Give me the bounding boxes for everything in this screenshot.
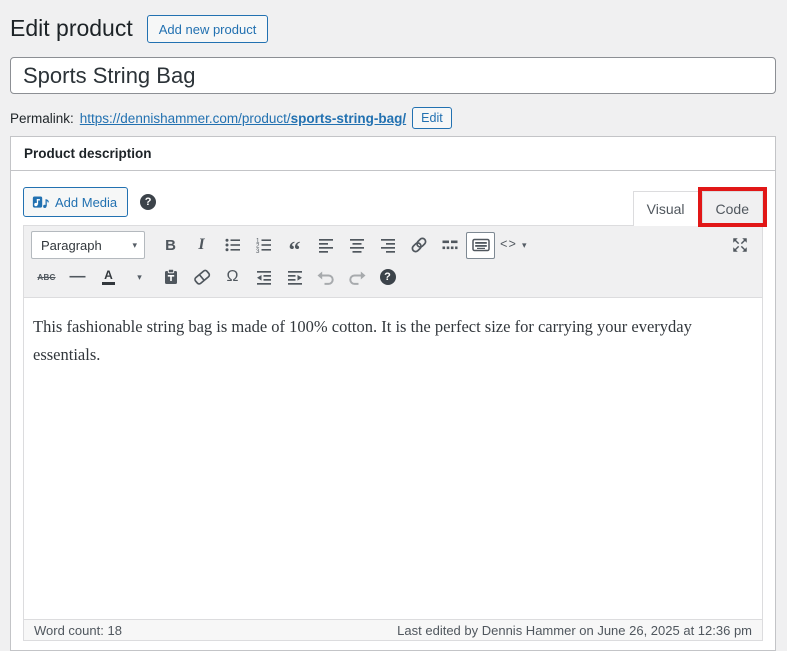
text-color-swatch — [102, 282, 115, 285]
code-brackets-icon: <> — [500, 238, 517, 252]
clear-formatting-button[interactable] — [187, 264, 216, 291]
keyboard-shortcuts-help-button[interactable]: ? — [373, 264, 402, 291]
tab-code[interactable]: Code — [702, 191, 763, 226]
code-dropdown-button[interactable]: <> ▾ — [497, 232, 530, 259]
text-color-dropdown-button[interactable]: ▾ — [125, 264, 154, 291]
editor-toolbar: Paragraph ▾ B I — [24, 226, 762, 298]
keyboard-icon — [471, 235, 491, 255]
indent-icon — [285, 267, 305, 287]
toolbar-row-1: Paragraph ▾ B I — [31, 229, 755, 261]
numbered-list-icon: 1 2 3 — [254, 235, 274, 255]
svg-text:3: 3 — [256, 248, 260, 255]
permalink-row: Permalink: https://dennishammer.com/prod… — [10, 106, 776, 130]
bullet-list-icon — [223, 235, 243, 255]
add-media-label: Add Media — [55, 195, 117, 210]
help-icon[interactable]: ? — [140, 194, 156, 210]
link-icon — [409, 235, 429, 255]
strikethrough-button[interactable]: ABC — [32, 264, 61, 291]
paragraph-format-dropdown[interactable]: Paragraph ▾ — [31, 231, 145, 259]
permalink-label: Permalink: — [10, 111, 74, 126]
edit-permalink-button[interactable]: Edit — [412, 107, 452, 129]
align-right-button[interactable] — [373, 232, 402, 259]
align-center-button[interactable] — [342, 232, 371, 259]
redo-icon — [347, 267, 367, 287]
text-color-letter: A — [104, 269, 113, 281]
page-header: Edit product Add new product — [10, 15, 776, 43]
numbered-list-button[interactable]: 1 2 3 — [249, 232, 278, 259]
align-right-icon — [378, 235, 398, 255]
align-center-icon — [347, 235, 367, 255]
horizontal-rule-button[interactable]: — — [63, 264, 92, 291]
panel-body: Add Media ? Visual Code Paragraph — [11, 171, 775, 650]
fullscreen-expand-icon — [731, 236, 749, 254]
indent-button[interactable] — [280, 264, 309, 291]
fullscreen-button[interactable] — [725, 232, 754, 259]
paragraph-format-value: Paragraph — [41, 238, 102, 253]
editor-statusbar: Word count: 18 Last edited by Dennis Ham… — [24, 619, 762, 640]
add-media-button[interactable]: Add Media — [23, 187, 128, 217]
media-icon — [32, 194, 49, 211]
link-button[interactable] — [404, 232, 433, 259]
add-new-product-button[interactable]: Add new product — [147, 15, 269, 43]
page-title: Edit product — [10, 15, 133, 43]
outdent-button[interactable] — [249, 264, 278, 291]
eraser-icon — [192, 267, 212, 287]
help-icon: ? — [380, 269, 396, 285]
align-left-button[interactable] — [311, 232, 340, 259]
product-title-input[interactable] — [10, 57, 776, 94]
paste-as-text-button[interactable] — [156, 264, 185, 291]
tab-code-label: Code — [716, 201, 749, 217]
undo-button[interactable] — [311, 264, 340, 291]
editor-mode-tabs: Visual Code — [633, 191, 763, 226]
chevron-down-icon: ▾ — [137, 272, 142, 283]
special-character-button[interactable]: Ω — [218, 264, 247, 291]
undo-icon — [316, 267, 336, 287]
read-more-tag-button[interactable] — [435, 232, 464, 259]
toolbar-toggle-button[interactable] — [466, 232, 495, 259]
edit-product-page: Edit product Add new product Permalink: … — [0, 0, 787, 641]
last-edited: Last edited by Dennis Hammer on June 26,… — [397, 623, 752, 638]
permalink-url-link[interactable]: https://dennishammer.com/product/sports-… — [80, 111, 406, 126]
editor-tools-row: Add Media ? Visual Code — [23, 179, 763, 225]
align-left-icon — [316, 235, 336, 255]
italic-button[interactable]: I — [187, 232, 216, 259]
redo-button[interactable] — [342, 264, 371, 291]
product-description-panel: Product description — [10, 136, 776, 651]
blockquote-button[interactable]: “ — [280, 232, 309, 259]
toolbar-row-2: ABC — A ▾ — [31, 261, 755, 293]
bullet-list-button[interactable] — [218, 232, 247, 259]
panel-title: Product description — [11, 137, 775, 171]
tab-visual[interactable]: Visual — [633, 191, 699, 226]
text-color-button[interactable]: A — [94, 264, 123, 291]
word-count: Word count: 18 — [34, 623, 122, 638]
bold-button[interactable]: B — [156, 232, 185, 259]
editor-container: Paragraph ▾ B I — [23, 225, 763, 641]
chevron-down-icon: ▾ — [132, 240, 137, 251]
permalink-url-slug: sports-string-bag/ — [291, 111, 407, 126]
paste-text-clipboard-icon — [161, 267, 181, 287]
permalink-url-prefix: https://dennishammer.com/product/ — [80, 111, 291, 126]
editor-content-area[interactable]: This fashionable string bag is made of 1… — [24, 298, 762, 619]
read-more-icon — [440, 235, 460, 255]
outdent-icon — [254, 267, 274, 287]
chevron-down-icon: ▾ — [522, 240, 527, 251]
product-description-text: This fashionable string bag is made of 1… — [33, 313, 753, 370]
